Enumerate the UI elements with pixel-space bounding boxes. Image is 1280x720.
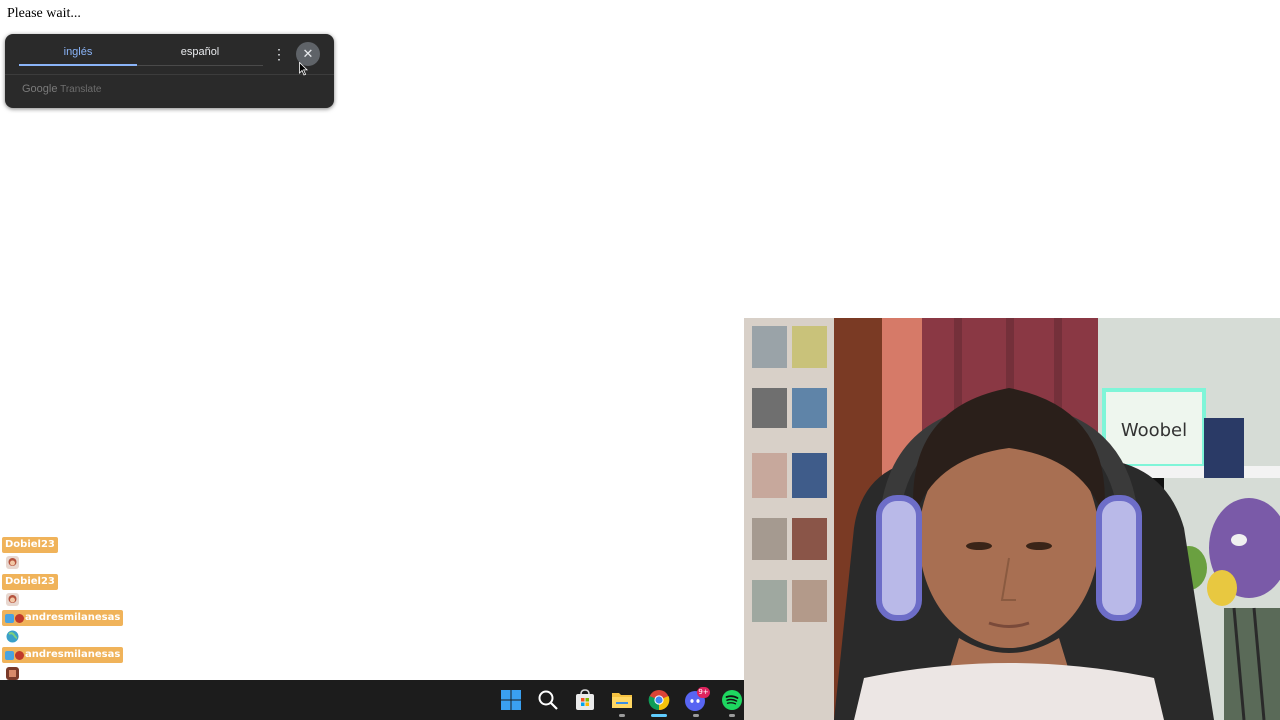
chat-username: andresmilanesas [2,610,124,626]
file-explorer-icon[interactable] [610,688,634,712]
avatar-emote [6,593,19,606]
windows-start-icon[interactable] [499,688,523,712]
divider [5,74,334,75]
tab-source-language[interactable]: inglés [19,46,137,66]
avatar-emote [6,556,19,569]
webcam-image: Woobel [744,318,1280,720]
more-vert-icon[interactable]: ⋮ [272,45,286,63]
chat-username: andresmilanesas [2,647,124,663]
artist-badge-icon [5,650,14,660]
microsoft-store-icon[interactable] [573,688,597,712]
face-emote [6,667,19,680]
chat-username: Dobiel23 [2,537,58,553]
running-indicator [693,714,699,717]
taskbar: 9+ [0,680,744,720]
artist-badge-icon [5,613,14,623]
active-indicator [651,714,667,717]
close-icon: ✕ [302,46,314,61]
neon-sign-text: Woobel [1121,420,1187,441]
google-translate-logo[interactable]: Google Translate [22,83,101,95]
subscriber-badge-icon [15,650,24,660]
status-text: Please wait... [7,6,81,21]
chrome-icon[interactable] [647,688,671,712]
chat-username: Dobiel23 [2,574,58,590]
spotify-icon[interactable] [720,688,744,712]
subscriber-badge-icon [15,613,24,623]
globe-emote [6,630,19,643]
google-translate-popup: inglés español ⋮ ✕ Google Translate [5,34,334,108]
webcam-feed: Woobel [744,318,1280,720]
notification-badge: 9+ [697,687,710,698]
mouse-cursor-icon [299,62,308,76]
tab-target-language[interactable]: español [141,46,259,66]
running-indicator [619,714,625,717]
running-indicator [729,714,735,717]
search-icon[interactable] [536,688,560,712]
